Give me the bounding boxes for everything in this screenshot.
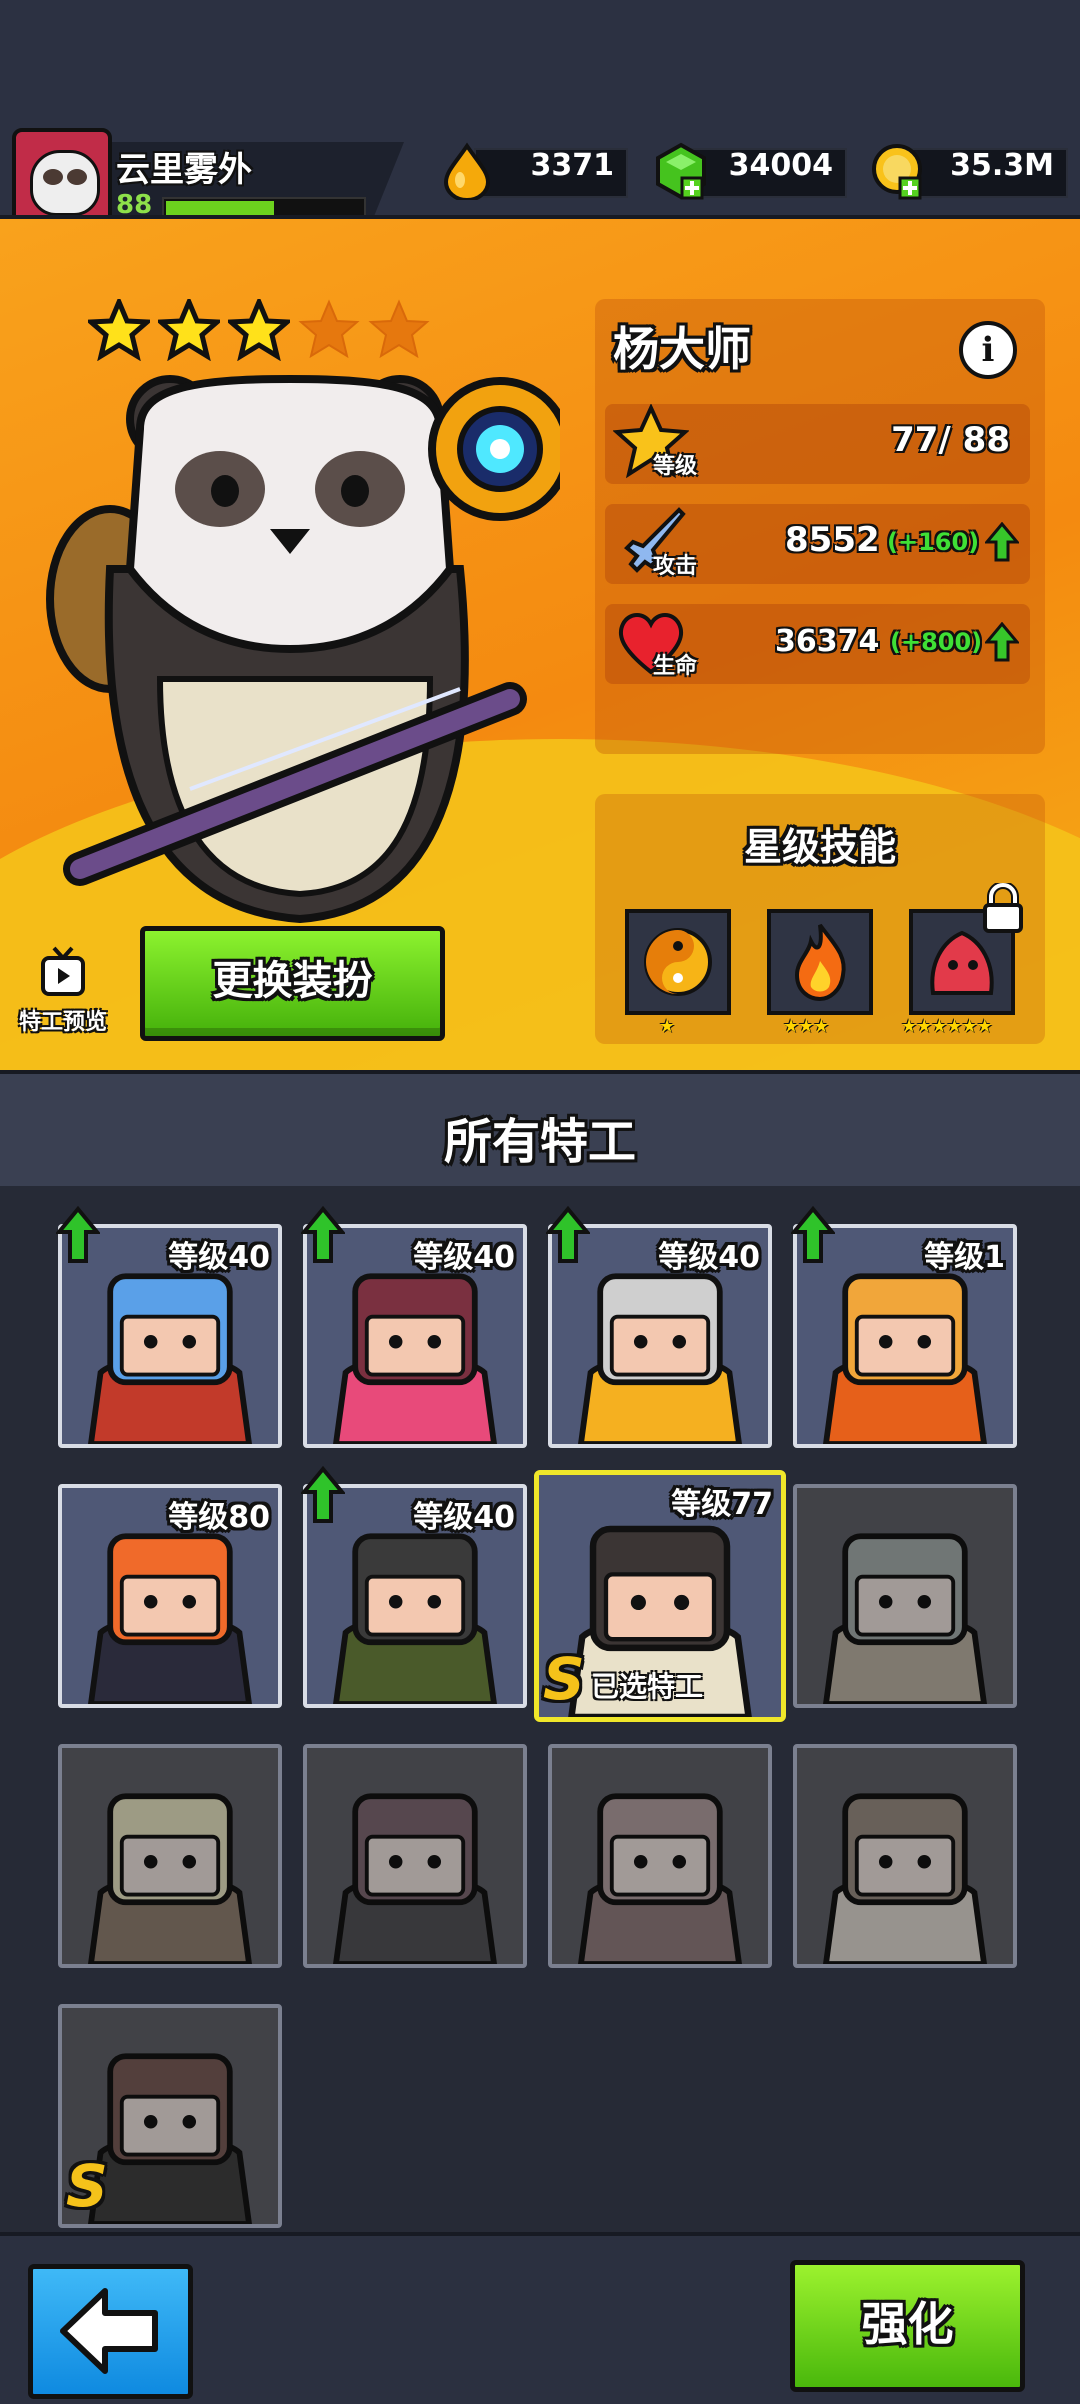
agent-level: 等级40: [413, 1500, 515, 1535]
green-gem-icon: [656, 142, 706, 200]
tv-play-icon: [41, 946, 85, 996]
hero-info-panel: 杨大师 i 等级 77/ 88 攻击 8552 (+160) 生命 36374 …: [595, 299, 1045, 754]
stat-level-label: 等级: [653, 454, 698, 479]
skill-stars: ★: [659, 1016, 675, 1037]
fire-icon: [794, 923, 846, 1002]
agent-portrait: [797, 1748, 1013, 1964]
upgrade-available-icon: [791, 1206, 835, 1263]
energy-drop-icon: [443, 142, 491, 200]
agent-grid: 等级40 等级40 等级40 等级1 等级80 等级40 等级77 已选特工 S S: [0, 1186, 1080, 2232]
agent-card[interactable]: 等级80: [58, 1484, 282, 1708]
gold-coin-icon: [872, 144, 922, 200]
stat-level-row: 等级 77/ 88: [605, 404, 1030, 484]
player-avatar[interactable]: [12, 128, 112, 228]
stat-attack-bonus: (+160): [887, 528, 980, 556]
hero-name: 杨大师: [613, 322, 751, 376]
skill-locked[interactable]: [909, 883, 1023, 1015]
bottom-bar: 强化: [0, 2232, 1080, 2404]
agent-card-locked[interactable]: S: [58, 2004, 282, 2228]
hero-banner: 杨大师 i 等级 77/ 88 攻击 8552 (+160) 生命 36374 …: [0, 215, 1080, 1074]
agent-card-locked[interactable]: [793, 1484, 1017, 1708]
agent-level: 等级40: [658, 1240, 760, 1275]
agent-card-selected[interactable]: 等级77 已选特工 S: [534, 1470, 786, 1722]
back-button[interactable]: [28, 2264, 193, 2399]
agent-card-locked[interactable]: [548, 1744, 772, 1968]
agent-preview-button[interactable]: 特工预览: [8, 934, 118, 1044]
skill-yin-yang[interactable]: [625, 909, 731, 1015]
panda-face-icon: [30, 150, 100, 216]
hero-portrait[interactable]: [40, 349, 560, 969]
skills-title: 星级技能: [743, 825, 896, 869]
stat-hp-bonus: (+800): [890, 628, 983, 656]
stat-level-value: 77/ 88: [891, 420, 1010, 460]
upgrade-available-icon: [301, 1206, 345, 1263]
agent-portrait: [307, 1748, 523, 1964]
agent-portrait: [552, 1748, 768, 1964]
resource-coins[interactable]: 35.3M: [870, 142, 1068, 200]
agent-level: 等级40: [168, 1240, 270, 1275]
yin-yang-icon: [644, 928, 712, 996]
lock-icon: [983, 883, 1023, 933]
resource-gems[interactable]: 34004: [652, 142, 847, 200]
resource-value: 35.3M: [950, 148, 1054, 183]
agent-level: 等级40: [413, 1240, 515, 1275]
stat-hp-row: 生命 36374 (+800): [605, 604, 1030, 684]
resource-energy[interactable]: 3371: [438, 142, 628, 200]
agent-level: 等级1: [924, 1240, 1005, 1275]
upgrade-available-icon: [56, 1206, 100, 1263]
selected-agent-label: 已选特工: [591, 1670, 704, 1703]
stat-attack-label: 攻击: [653, 554, 698, 579]
agent-card-locked[interactable]: [793, 1744, 1017, 1968]
stat-hp-value: 36374: [775, 624, 880, 659]
star-skills-panel: 星级技能 ★ ★★★ ★★★★★★: [595, 794, 1045, 1044]
stat-attack-row: 攻击 8552 (+160): [605, 504, 1030, 584]
upgrade-available-icon: [546, 1206, 590, 1263]
green-up-arrow-icon: [985, 522, 1019, 562]
skill-fire[interactable]: [767, 909, 873, 1015]
stat-hp-label: 生命: [653, 654, 698, 679]
skill-stars: ★★★: [783, 1016, 829, 1037]
player-name: 云里雾外: [116, 150, 252, 190]
section-title: 所有特工: [443, 1114, 636, 1170]
back-arrow-icon: [60, 2288, 158, 2374]
agent-portrait: [797, 1488, 1013, 1704]
skill-stars: ★★★★★★: [901, 1016, 993, 1037]
stat-attack-value: 8552: [785, 520, 880, 560]
agent-level: 等级80: [168, 1500, 270, 1535]
agent-portrait: [62, 1748, 278, 1964]
change-outfit-button[interactable]: 更换装扮: [140, 926, 445, 1041]
agent-card-locked[interactable]: [58, 1744, 282, 1968]
rank-s-badge: S: [66, 2152, 108, 2220]
green-up-arrow-icon: [985, 622, 1019, 662]
agent-level: 等级77: [671, 1487, 773, 1522]
section-header: 所有特工: [0, 1070, 1080, 1190]
upgrade-button[interactable]: 强化: [790, 2260, 1025, 2392]
resource-value: 34004: [728, 148, 833, 183]
info-icon[interactable]: i: [959, 321, 1017, 379]
rank-s-badge: S: [543, 1645, 585, 1713]
resource-value: 3371: [530, 148, 615, 183]
agent-card-locked[interactable]: [303, 1744, 527, 1968]
upgrade-available-icon: [301, 1466, 345, 1523]
agent-preview-label: 特工预览: [18, 1010, 107, 1035]
